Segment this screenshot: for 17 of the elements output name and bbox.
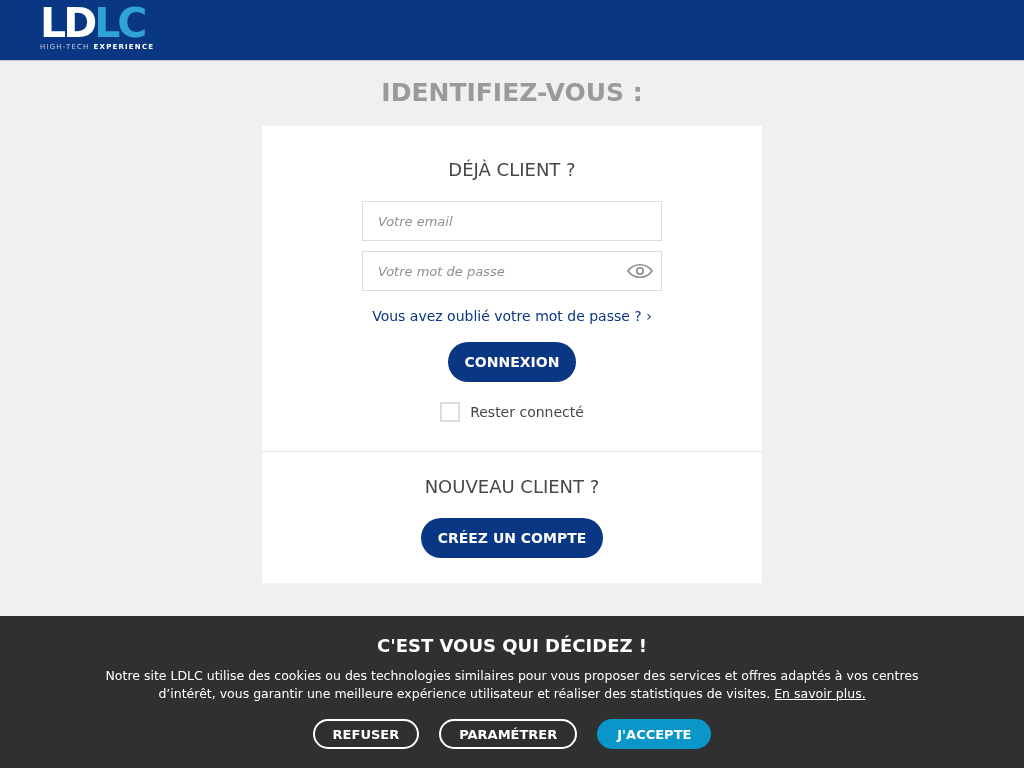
remember-checkbox[interactable] bbox=[440, 402, 461, 422]
cookie-title: C'EST VOUS QUI DÉCIDEZ ! bbox=[376, 634, 648, 658]
create-account-button[interactable]: CRÉEZ UN COMPTE bbox=[420, 518, 604, 558]
logo-wordmark[interactable]: LDLC bbox=[40, 4, 145, 42]
password-field[interactable]: Votre mot de passe bbox=[362, 251, 662, 291]
cookie-notice-text: Notre site LDLC utilise des cookies ou des technologies similaires pour vous proposer des services et offres adaptés à vos centres d’intérêt, vous garantir une meilleure expérience utilisateur et réaliser des statistiques de visites. En savoir plus. bbox=[104, 667, 920, 703]
forgot-password-link[interactable]: Vous avez oublié votre mot de passe ? › bbox=[372, 306, 652, 326]
section-heading: DÉJÀ CLIENT ? bbox=[448, 158, 576, 182]
login-button[interactable]: CONNEXION bbox=[447, 342, 577, 382]
page-title: IDENTIFIEZ-VOUS : bbox=[381, 77, 643, 109]
section-heading: NOUVEAU CLIENT ? bbox=[424, 475, 600, 499]
remember-label: Rester connecté bbox=[470, 403, 584, 422]
learn-more-link[interactable]: En savoir plus. bbox=[774, 686, 866, 701]
email-field[interactable]: Votre email bbox=[362, 201, 662, 241]
cookie-button[interactable]: PARAMÉTRER bbox=[439, 719, 578, 749]
cookie-button[interactable]: REFUSER bbox=[312, 719, 420, 749]
eye-icon[interactable] bbox=[627, 264, 653, 278]
